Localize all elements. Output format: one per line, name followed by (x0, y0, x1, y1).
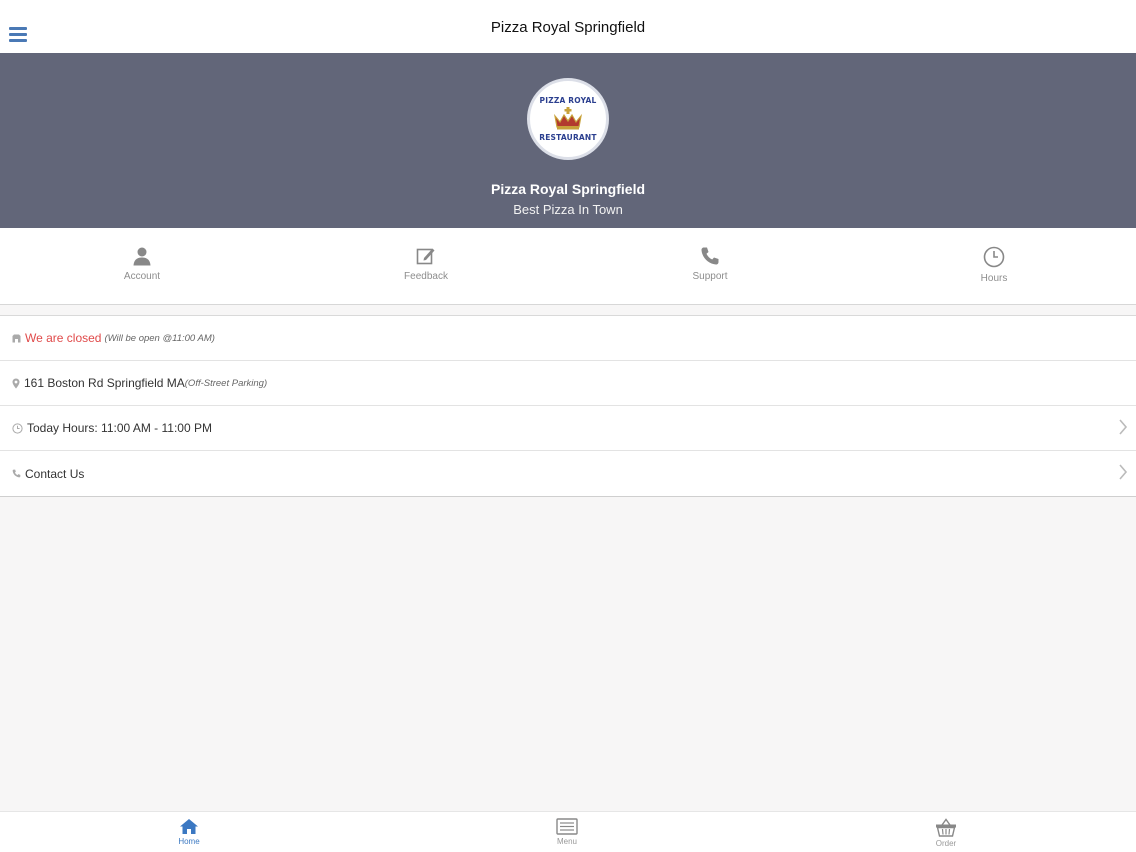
account-button[interactable]: Account (0, 228, 284, 304)
restaurant-logo: PIZZA ROYAL RESTAURANT (527, 78, 609, 160)
support-button[interactable]: Support (568, 228, 852, 304)
closed-status: We are closed (25, 331, 102, 345)
tab-home[interactable]: Home (149, 818, 229, 846)
restaurant-hero: PIZZA ROYAL RESTAURANT Pizza Royal Sprin… (0, 53, 1136, 228)
crown-icon (554, 107, 582, 130)
restaurant-tagline: Best Pizza In Town (513, 202, 623, 217)
phone-icon (701, 247, 719, 265)
chevron-right-icon (1119, 464, 1128, 480)
basket-icon (936, 818, 956, 837)
feedback-label: Feedback (404, 271, 448, 282)
page-title: Pizza Royal Springfield (490, 19, 646, 36)
opening-note: (Will be open @11:00 AM) (104, 332, 215, 344)
chevron-right-icon (1119, 419, 1128, 435)
clock-icon (983, 246, 1005, 268)
tab-order-label: Order (935, 839, 957, 848)
map-pin-icon (12, 378, 20, 389)
address-row[interactable]: 161 Boston Rd Springfield MA (Off-Street… (0, 361, 1136, 406)
top-bar: Pizza Royal Springfield (0, 0, 1136, 53)
person-icon (133, 247, 151, 266)
hamburger-menu-icon[interactable] (9, 27, 27, 42)
hours-button[interactable]: Hours (852, 228, 1136, 304)
small-clock-icon (12, 422, 23, 434)
support-label: Support (692, 271, 728, 282)
store-icon (12, 334, 21, 343)
edit-icon (416, 248, 435, 265)
menu-list-icon (556, 818, 578, 835)
tab-order[interactable]: Order (906, 818, 986, 848)
small-phone-icon (12, 469, 21, 478)
quick-actions: Account Feedback Support Hours (0, 228, 1136, 305)
account-label: Account (123, 271, 161, 282)
hours-row[interactable]: Today Hours: 11:00 AM - 11:00 PM (0, 406, 1136, 451)
hours-label: Hours (980, 273, 1008, 284)
status-row: We are closed (Will be open @11:00 AM) (0, 316, 1136, 361)
tab-home-label: Home (178, 837, 200, 846)
logo-text-top: PIZZA ROYAL (539, 96, 597, 105)
bottom-tab-bar: Home Menu Order (0, 811, 1136, 852)
logo-text-bottom: RESTAURANT (539, 133, 597, 142)
tab-menu[interactable]: Menu (527, 818, 607, 846)
address-text: 161 Boston Rd Springfield MA (24, 376, 185, 390)
parking-note: (Off-Street Parking) (184, 377, 268, 389)
tab-menu-label: Menu (556, 837, 577, 846)
home-icon (180, 819, 198, 834)
feedback-button[interactable]: Feedback (284, 228, 568, 304)
contact-row[interactable]: Contact Us (0, 451, 1136, 496)
today-hours-text: Today Hours: 11:00 AM - 11:00 PM (27, 421, 212, 435)
contact-us-text: Contact Us (25, 466, 85, 481)
restaurant-name: Pizza Royal Springfield (490, 181, 646, 197)
restaurant-info-list: We are closed (Will be open @11:00 AM) 1… (0, 315, 1136, 497)
